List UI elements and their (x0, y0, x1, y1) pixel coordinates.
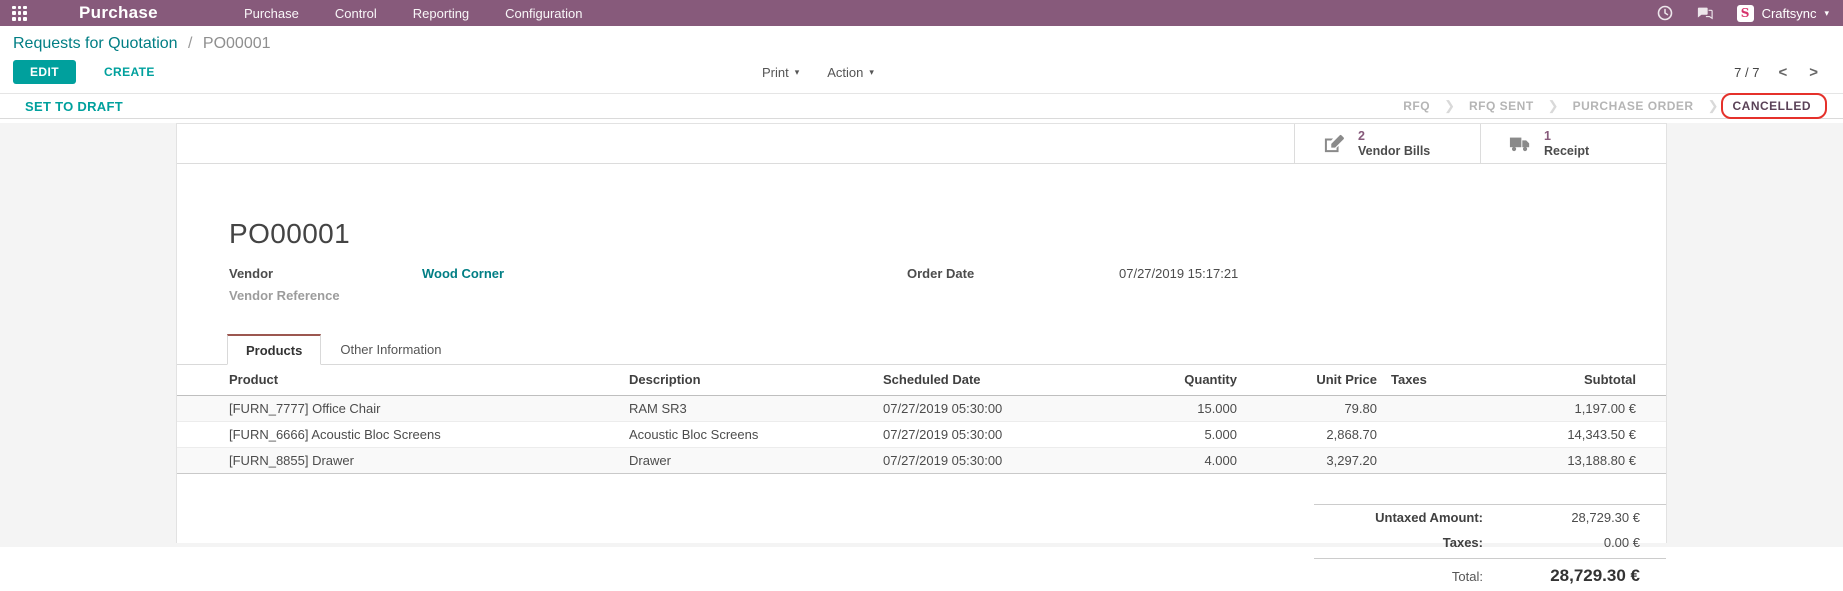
stat-button-box: 2 Vendor Bills 1 Receipt (177, 124, 1666, 164)
form-card: 2 Vendor Bills 1 Receipt PO00001 (176, 123, 1667, 543)
vendor-field-label: Vendor (229, 266, 422, 281)
create-button[interactable]: CREATE (98, 64, 161, 80)
set-to-draft-button[interactable]: SET TO DRAFT (25, 99, 123, 114)
table-row[interactable]: [FURN_7777] Office Chair RAM SR3 07/27/2… (177, 396, 1666, 422)
col-header-unit-price: Unit Price (1245, 365, 1385, 396)
user-menu[interactable]: S Craftsync ▾ (1737, 5, 1829, 22)
order-date-value: 07/27/2019 15:17:21 (1119, 266, 1238, 281)
page-title: PO00001 (229, 218, 1614, 250)
untaxed-amount-label: Untaxed Amount: (1375, 510, 1483, 525)
navbar-right: S Craftsync ▾ (1657, 5, 1829, 22)
col-header-quantity: Quantity (1105, 365, 1245, 396)
step-chevron-icon: ❯ (1548, 98, 1559, 114)
order-lines-body: [FURN_7777] Office Chair RAM SR3 07/27/2… (177, 396, 1666, 474)
col-header-taxes: Taxes (1385, 365, 1475, 396)
untaxed-amount-value: 28,729.30 € (1483, 510, 1640, 525)
apps-menu-icon[interactable] (12, 6, 27, 21)
receipt-label: Receipt (1544, 144, 1589, 159)
table-row[interactable]: [FURN_8855] Drawer Drawer 07/27/2019 05:… (177, 448, 1666, 474)
center-actions: Print ▾ Action ▾ (762, 65, 874, 80)
col-header-product: Product (177, 365, 629, 396)
user-avatar: S (1737, 5, 1754, 22)
chevron-down-icon: ▾ (795, 67, 800, 78)
taxes-label: Taxes: (1443, 535, 1483, 550)
breadcrumb-parent-link[interactable]: Requests for Quotation (13, 35, 178, 52)
tab-products[interactable]: Products (227, 334, 321, 365)
activities-clock-icon[interactable] (1657, 5, 1673, 21)
breadcrumb-current: PO00001 (203, 35, 271, 52)
totals-block: Untaxed Amount: 28,729.30 € Taxes: 0.00 … (1314, 504, 1666, 591)
vendor-link[interactable]: Wood Corner (422, 266, 504, 281)
chevron-down-icon: ▾ (869, 67, 874, 78)
user-name: Craftsync (1762, 6, 1817, 21)
record-pager: 7 / 7 < > (1734, 64, 1821, 81)
control-panel: EDIT CREATE Print ▾ Action ▾ 7 / 7 < > (0, 53, 1843, 93)
chevron-down-icon: ▾ (1824, 8, 1829, 19)
edit-button[interactable]: EDIT (13, 60, 76, 84)
breadcrumb: Requests for Quotation / PO00001 (0, 26, 1843, 53)
order-date-field-label: Order Date (907, 266, 1119, 281)
col-header-subtotal: Subtotal (1475, 365, 1666, 396)
content-background: 2 Vendor Bills 1 Receipt PO00001 (0, 123, 1843, 547)
vendor-bills-label: Vendor Bills (1358, 144, 1430, 159)
top-navbar: Purchase Purchase Control Reporting Conf… (0, 0, 1843, 26)
statusbar: SET TO DRAFT RFQ ❯ RFQ SENT ❯ PURCHASE O… (0, 93, 1843, 119)
pager-count[interactable]: 7 / 7 (1734, 65, 1759, 80)
status-step-rfq-sent[interactable]: RFQ SENT (1455, 96, 1548, 116)
total-value: 28,729.30 € (1483, 566, 1640, 586)
menu-reporting[interactable]: Reporting (413, 6, 469, 21)
status-step-rfq[interactable]: RFQ (1389, 96, 1444, 116)
app-brand[interactable]: Purchase (79, 3, 158, 23)
field-group: Vendor Wood Corner Vendor Reference Orde… (229, 266, 1614, 310)
status-steps: RFQ ❯ RFQ SENT ❯ PURCHASE ORDER ❯ CANCEL… (1389, 96, 1833, 116)
step-chevron-icon: ❯ (1444, 98, 1455, 114)
vendor-reference-field-label: Vendor Reference (229, 288, 422, 303)
status-step-cancelled-wrap: CANCELLED (1719, 97, 1826, 115)
tab-bar: Products Other Information (177, 334, 1666, 365)
messages-icon[interactable] (1697, 5, 1713, 21)
truck-icon (1509, 134, 1531, 154)
table-row[interactable]: [FURN_6666] Acoustic Bloc Screens Acoust… (177, 422, 1666, 448)
pager-previous-icon[interactable]: < (1775, 64, 1790, 81)
menu-configuration[interactable]: Configuration (505, 6, 582, 21)
total-label: Total: (1452, 569, 1483, 584)
receipt-count: 1 (1544, 129, 1589, 144)
order-lines-table: Product Description Scheduled Date Quant… (177, 365, 1666, 474)
pager-next-icon[interactable]: > (1806, 64, 1821, 81)
nav-menu: Purchase Control Reporting Configuration (244, 6, 583, 21)
receipt-button[interactable]: 1 Receipt (1480, 124, 1666, 163)
status-step-purchase-order[interactable]: PURCHASE ORDER (1559, 96, 1708, 116)
table-header-row: Product Description Scheduled Date Quant… (177, 365, 1666, 396)
breadcrumb-separator: / (188, 35, 192, 52)
pencil-square-icon (1323, 134, 1345, 154)
status-step-cancelled[interactable]: CANCELLED (1719, 96, 1826, 116)
tab-other-information[interactable]: Other Information (321, 334, 460, 365)
vendor-bills-count: 2 (1358, 129, 1430, 144)
form-sheet: PO00001 Vendor Wood Corner Vendor Refere… (177, 164, 1666, 591)
col-header-description: Description (629, 365, 883, 396)
col-header-scheduled-date: Scheduled Date (883, 365, 1105, 396)
menu-purchase[interactable]: Purchase (244, 6, 299, 21)
vendor-bills-button[interactable]: 2 Vendor Bills (1294, 124, 1480, 163)
action-dropdown[interactable]: Action ▾ (827, 65, 874, 80)
step-chevron-icon: ❯ (1708, 98, 1719, 114)
print-dropdown[interactable]: Print ▾ (762, 65, 799, 80)
menu-control[interactable]: Control (335, 6, 377, 21)
notebook: Products Other Information Product Descr… (177, 334, 1666, 591)
taxes-value: 0.00 € (1483, 535, 1640, 550)
